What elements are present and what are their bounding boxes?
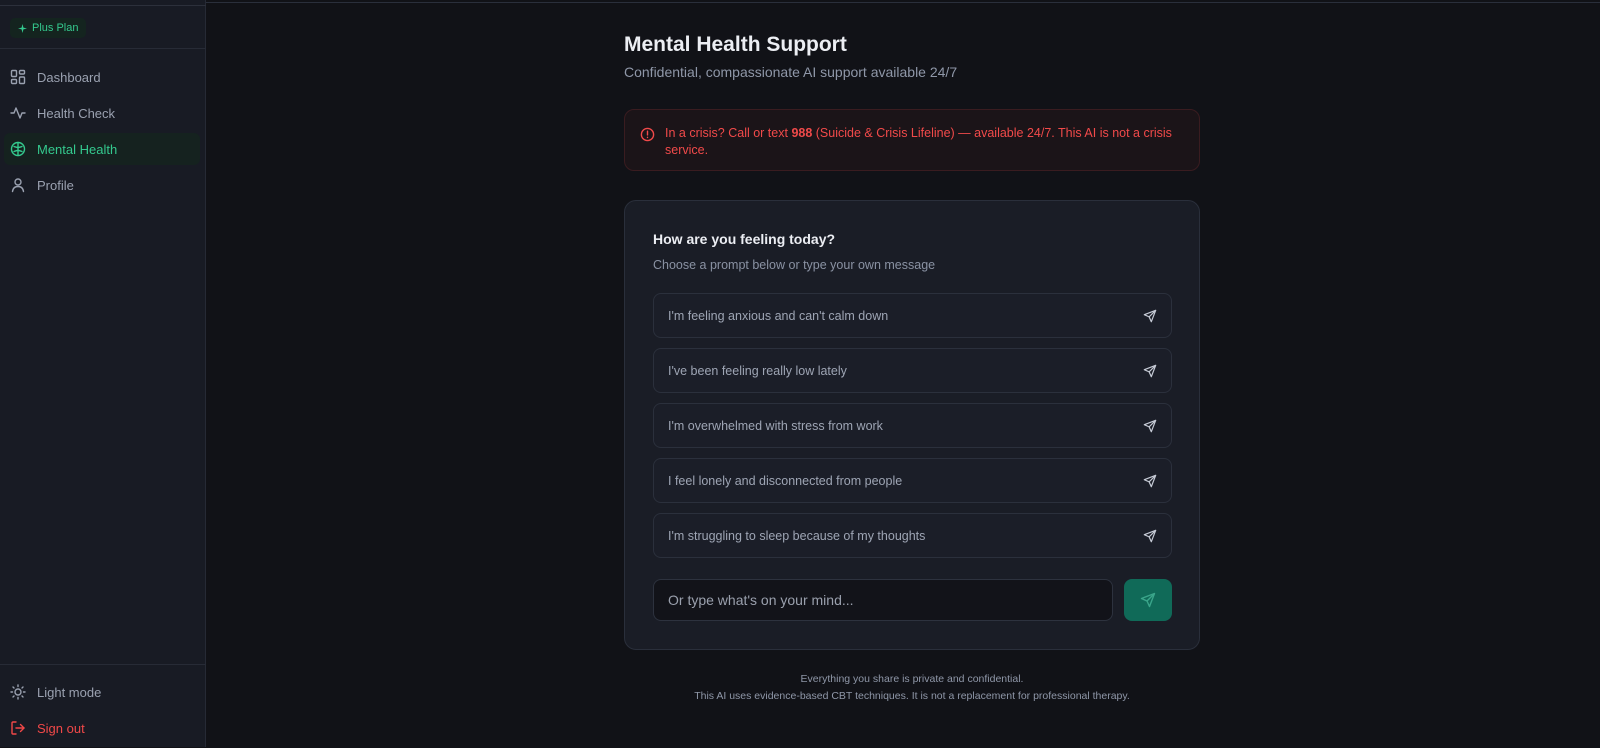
sidebar-divider	[0, 48, 206, 49]
sidebar-nav: Dashboard Health Check Mental Health Pro…	[4, 61, 200, 205]
prompt-button[interactable]: I'm feeling anxious and can't calm down	[653, 293, 1172, 338]
sidebar-top-divider	[0, 5, 206, 6]
prompt-label: I've been feeling really low lately	[668, 363, 847, 378]
card-title: How are you feeling today?	[653, 231, 836, 247]
send-icon	[1143, 419, 1157, 432]
plan-badge: Plus Plan	[10, 18, 87, 38]
sidebar-item-health-check[interactable]: Health Check	[4, 97, 200, 129]
chat-card: How are you feeling today? Choose a prom…	[624, 200, 1200, 650]
user-icon	[11, 178, 25, 193]
alert-circle-icon	[640, 127, 655, 142]
card-subtitle: Choose a prompt below or type your own m…	[653, 258, 936, 272]
sidebar-item-label: Health Check	[37, 105, 116, 121]
send-icon	[1140, 592, 1156, 608]
sidebar-item-label: Mental Health	[37, 141, 118, 157]
send-icon	[1143, 309, 1157, 322]
prompt-button[interactable]: I've been feeling really low lately	[653, 348, 1172, 393]
sun-icon	[10, 684, 26, 700]
sign-out-button[interactable]: Sign out	[4, 712, 200, 744]
page-subtitle: Confidential, compassionate AI support a…	[624, 64, 958, 80]
footer-line-disclaimer: This AI uses evidence-based CBT techniqu…	[694, 690, 1130, 702]
send-icon	[1143, 474, 1157, 487]
sign-out-label: Sign out	[37, 720, 85, 736]
sidebar-item-profile[interactable]: Profile	[4, 169, 200, 201]
alert-prefix: In a crisis? Call or text	[665, 126, 792, 140]
prompt-button[interactable]: I'm struggling to sleep because of my th…	[653, 513, 1172, 558]
plan-label: Plus Plan	[32, 22, 79, 34]
prompt-label: I'm feeling anxious and can't calm down	[668, 308, 889, 323]
send-icon	[1143, 529, 1157, 542]
top-border	[206, 2, 1600, 3]
sidebar-item-label: Dashboard	[37, 69, 101, 85]
prompt-button[interactable]: I feel lonely and disconnected from peop…	[653, 458, 1172, 503]
send-icon	[1143, 364, 1157, 377]
prompt-list: I'm feeling anxious and can't calm down …	[653, 293, 1172, 568]
sidebar-bottom-nav: Light mode Sign out	[4, 676, 200, 748]
crisis-number: 988	[791, 126, 813, 140]
page-title: Mental Health Support	[624, 33, 847, 56]
dashboard-icon	[10, 69, 26, 85]
logout-icon	[11, 721, 25, 735]
message-composer	[653, 579, 1172, 621]
sidebar-bottom-divider	[0, 664, 206, 665]
prompt-label: I'm struggling to sleep because of my th…	[668, 528, 926, 543]
sidebar-item-dashboard[interactable]: Dashboard	[4, 61, 200, 93]
activity-icon	[10, 107, 26, 119]
message-input[interactable]	[653, 579, 1113, 621]
prompt-label: I'm overwhelmed with stress from work	[668, 418, 883, 433]
light-mode-toggle[interactable]: Light mode	[4, 676, 200, 708]
crisis-alert: In a crisis? Call or text 988 (Suicide &…	[624, 109, 1200, 171]
sidebar: Plus Plan Dashboard Health Check Mental …	[0, 0, 206, 747]
prompt-button[interactable]: I'm overwhelmed with stress from work	[653, 403, 1172, 448]
sidebar-item-mental-health[interactable]: Mental Health	[4, 133, 200, 165]
footer-line-privacy: Everything you share is private and conf…	[800, 673, 1024, 685]
sidebar-item-label: Profile	[37, 177, 74, 193]
send-button[interactable]	[1124, 579, 1172, 621]
alert-text: In a crisis? Call or text 988 (Suicide &…	[665, 126, 1172, 157]
prompt-label: I feel lonely and disconnected from peop…	[668, 473, 903, 488]
sparkle-icon	[18, 23, 27, 33]
light-mode-label: Light mode	[37, 684, 102, 700]
privacy-footer: Everything you share is private and conf…	[624, 671, 1200, 705]
brain-icon	[10, 141, 26, 157]
